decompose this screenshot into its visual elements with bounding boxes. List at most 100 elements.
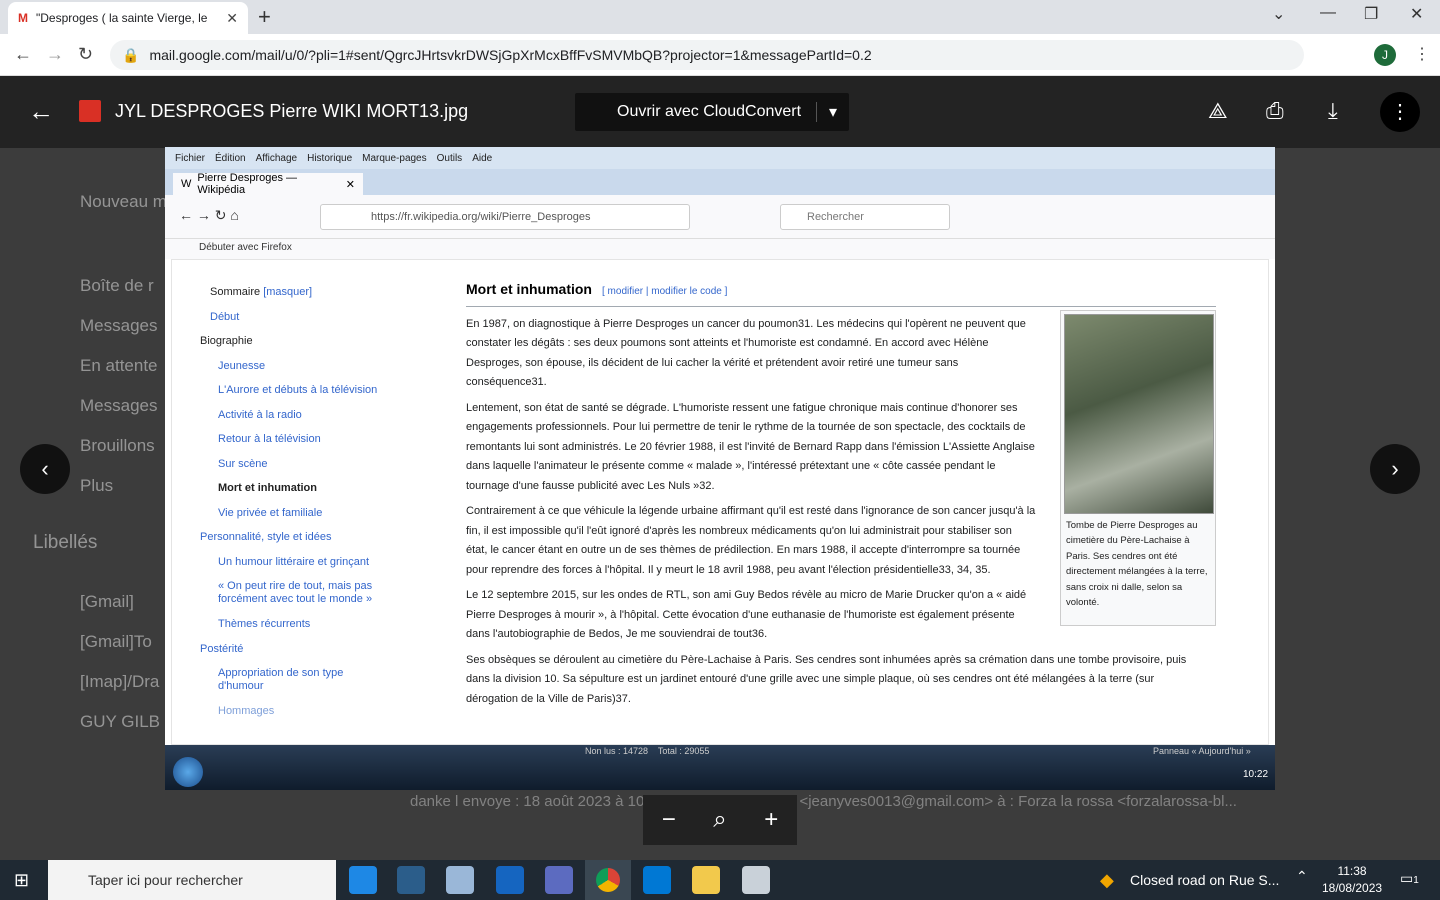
labels-title: Libellés <box>33 532 98 553</box>
toc-item: Sur scène <box>218 457 268 470</box>
reload-icon[interactable]: ↻ <box>78 44 93 65</box>
chevron-down-icon[interactable]: ▾ <box>815 102 849 122</box>
back-icon[interactable]: ← <box>14 44 32 65</box>
add-to-drive-icon[interactable]: ⟁ <box>1208 98 1228 124</box>
lock-icon: 🔒 <box>122 46 140 63</box>
compose-label: Nouveau m <box>80 192 167 211</box>
firefox-tab-title: Pierre Desproges — Wikipédia <box>197 172 298 196</box>
ff-search-bar: Rechercher <box>780 204 950 230</box>
zoom-reset-icon[interactable]: ⌕ <box>713 806 726 834</box>
toc-item: Personnalité, style et idées <box>200 531 332 543</box>
toc-item: Vie privée et familiale <box>218 506 323 519</box>
print-icon[interactable]: ⎙ <box>1266 98 1284 124</box>
clock-date: 18/08/2023 <box>1322 881 1383 895</box>
label-item: GUY GILB <box>80 712 160 731</box>
avatar[interactable]: J <box>1374 44 1396 66</box>
ff-back-icon: ← → ↻ ⌂ <box>179 207 239 223</box>
bookmark-item: Débuter avec Firefox <box>199 242 292 253</box>
omnibox[interactable]: 🔒 mail.google.com/mail/u/0/?pli=1#sent/Qg… <box>110 40 1304 70</box>
toc-item: Activité à la radio <box>218 408 302 421</box>
windows-search-placeholder: Taper ici pour rechercher <box>88 872 243 888</box>
notification-count: 1 <box>1413 875 1419 886</box>
gmail-icon: M <box>18 11 28 25</box>
label-item: [Gmail] <box>80 592 134 611</box>
close-tab-icon[interactable]: ✕ <box>226 10 238 27</box>
news-widget[interactable]: Closed road on Rue S... <box>1130 872 1279 888</box>
firefox-menubar: Fichier Édition Affichage Historique Mar… <box>165 147 1275 169</box>
minimize-button[interactable]: — <box>1320 4 1336 22</box>
toc-hide: [masquer] <box>263 286 313 298</box>
forward-icon[interactable]: → <box>46 44 64 65</box>
toc-item: Postérité <box>200 642 244 655</box>
zoom-controls: − ⌕ + <box>643 795 797 845</box>
menu-edit: Édition <box>215 153 246 164</box>
clock-time: 11:38 <box>1337 864 1367 878</box>
inner-status: Non lus : 14728 Total : 29055 <box>585 746 710 756</box>
toc-item: Jeunesse <box>218 359 266 372</box>
file-explorer-icon[interactable] <box>692 866 720 894</box>
viewer-back-icon[interactable]: ← <box>28 96 54 127</box>
paragraph: Le 12 septembre 2015, sur les ondes de R… <box>466 589 1027 640</box>
zoom-out-icon[interactable]: − <box>662 806 676 834</box>
previous-icon[interactable]: ‹ <box>20 444 70 494</box>
store-icon[interactable] <box>643 866 671 894</box>
close-window-button[interactable]: ✕ <box>1410 4 1423 24</box>
nav-sent: Messages <box>80 396 158 415</box>
tab-search-icon[interactable]: ⌄ <box>1272 4 1285 24</box>
mail-icon[interactable] <box>496 866 524 894</box>
paragraph: Contrairement à ce que véhicule la légen… <box>466 505 1036 576</box>
app-icon[interactable] <box>742 866 770 894</box>
toc-item-current: Mort et inhumation <box>218 482 317 494</box>
table-of-contents: Sommaire [masquer] Début Biographie Jeun… <box>200 280 410 724</box>
ff-bookmarks-bar: Débuter avec Firefox <box>165 239 1275 259</box>
windows-start-icon[interactable]: ⊞ <box>14 870 29 891</box>
label-item: [Imap]/Dra <box>80 672 160 691</box>
nav-inbox: Boîte de r <box>80 276 154 295</box>
ff-url-bar: https://fr.wikipedia.org/wiki/Pierre_Des… <box>320 204 690 230</box>
app-icon[interactable] <box>397 866 425 894</box>
thumbnail-caption: Tombe de Pierre Desproges au cimetière d… <box>1066 520 1208 609</box>
windows-search-box[interactable]: Taper ici pour rechercher <box>48 860 336 900</box>
windows-start-orb <box>173 757 203 787</box>
toc-item: Thèmes récurrents <box>218 618 311 630</box>
wikipedia-page: Sommaire [masquer] Début Biographie Jeun… <box>171 259 1269 745</box>
ff-search-placeholder: Rechercher <box>807 211 864 223</box>
toc-item: « On peut rire de tout, mais pas <box>218 580 373 592</box>
chrome-taskbar-button[interactable] <box>585 860 631 900</box>
edge-icon[interactable] <box>349 866 377 894</box>
toc-item: d'humour <box>218 680 264 692</box>
app-icon[interactable] <box>446 866 474 894</box>
thumbnail: Tombe de Pierre Desproges au cimetière d… <box>1060 310 1216 626</box>
new-tab-button[interactable]: + <box>258 4 271 30</box>
tomb-photo <box>1064 314 1214 514</box>
ff-url-text: https://fr.wikipedia.org/wiki/Pierre_Des… <box>371 211 591 223</box>
menu-icon[interactable]: ⋮ <box>1414 44 1430 64</box>
paragraph: Lentement, son état de santé se dégrade.… <box>466 401 1035 492</box>
next-icon[interactable]: › <box>1370 444 1420 494</box>
toc-item: Retour à la télévision <box>218 433 321 445</box>
toc-item: Hommages <box>218 705 275 717</box>
maximize-button[interactable]: ❐ <box>1364 4 1378 24</box>
notification-icon[interactable]: ▭1 <box>1400 870 1419 887</box>
more-options-icon[interactable]: ⋮ <box>1380 92 1420 132</box>
nav-starred: Messages <box>80 316 158 335</box>
inner-panel: Panneau « Aujourd'hui » <box>1153 746 1251 756</box>
label-item: [Gmail]To <box>80 632 152 651</box>
traffic-icon[interactable]: ◆ <box>1100 870 1114 891</box>
system-clock[interactable]: 11:38 18/08/2023 <box>1322 863 1382 897</box>
close-icon: ✕ <box>345 178 355 191</box>
toc-item: forcément avec tout le monde » <box>218 593 373 605</box>
inner-taskbar: Non lus : 14728 Total : 29055 Panneau « … <box>165 745 1275 790</box>
toc-item: Appropriation de son type <box>218 667 344 679</box>
tab-title: "Desproges ( la sainte Vierge, le <box>36 11 208 25</box>
browser-tab[interactable]: M "Desproges ( la sainte Vierge, le ✕ <box>8 2 248 34</box>
download-icon[interactable]: ⤓ <box>1328 98 1338 124</box>
open-with-button[interactable]: Ouvrir avec CloudConvert ▾ <box>575 93 849 131</box>
wikipedia-icon: W <box>181 178 192 190</box>
app-icon[interactable] <box>545 866 573 894</box>
paragraph: En 1987, on diagnostique à Pierre Despro… <box>466 317 1026 389</box>
zoom-in-icon[interactable]: + <box>764 806 778 834</box>
chevron-up-icon[interactable]: ⌃ <box>1296 868 1308 885</box>
image-file-icon <box>79 100 101 122</box>
toc-item: Biographie <box>200 335 253 347</box>
